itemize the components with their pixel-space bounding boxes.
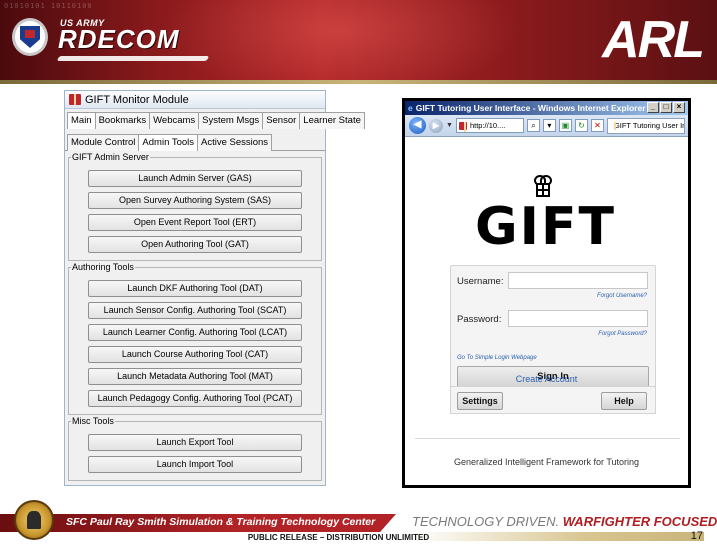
minimize-icon[interactable]: _ (647, 102, 659, 113)
browser-title: GIFT Tutoring User Interface - Windows I… (415, 103, 646, 113)
launch-dkf-authoring-button[interactable]: Launch DKF Authoring Tool (DAT) (88, 280, 302, 297)
settings-button[interactable]: Settings (457, 392, 503, 410)
launch-pedagogy-config-button[interactable]: Launch Pedagogy Config. Authoring Tool (… (88, 390, 302, 407)
page-content: GIFT Username: Forgot Username? Password… (405, 137, 688, 485)
open-event-report-button[interactable]: Open Event Report Tool (ERT) (88, 214, 302, 231)
army-shield-icon (12, 18, 48, 56)
browser-titlebar: e GIFT Tutoring User Interface - Windows… (405, 101, 688, 115)
username-input[interactable] (508, 272, 648, 289)
tagline: TECHNOLOGY DRIVEN. WARFIGHTER FOCUSED. (412, 514, 717, 529)
launch-learner-config-button[interactable]: Launch Learner Config. Authoring Tool (L… (88, 324, 302, 341)
back-icon[interactable]: ◀ (409, 117, 426, 134)
stc-name: SFC Paul Ray Smith Simulation & Training… (66, 516, 376, 528)
binary-decoration: 01010101 10110100 (4, 2, 93, 10)
gift-icon (69, 94, 81, 105)
section-authoring-tools: Authoring Tools Launch DKF Authoring Too… (68, 262, 322, 415)
main-tabs: Main Bookmarks Webcams System Msgs Senso… (65, 112, 365, 130)
browser-tab[interactable]: GIFT Tutoring User Int (606, 117, 685, 134)
arl-logo: ARL (602, 11, 705, 69)
gift-box-icon (536, 183, 550, 197)
open-survey-authoring-button[interactable]: Open Survey Authoring System (SAS) (88, 192, 302, 209)
section-misc-tools: Misc Tools Launch Export Tool Launch Imp… (68, 416, 322, 481)
gift-box-bow (534, 175, 552, 186)
banner-sheen (160, 0, 520, 80)
sub-tabs: Module Control Admin Tools Active Sessio… (65, 134, 325, 151)
section-label: Authoring Tools (71, 262, 135, 272)
header-banner: 01010101 10110100 US ARMY RDECOM ARL (0, 0, 717, 80)
tab-system-msgs[interactable]: System Msgs (198, 112, 264, 129)
compat-view-icon[interactable]: ▣ (558, 119, 572, 132)
window-controls: _ □ × (647, 102, 685, 113)
tab-sensor[interactable]: Sensor (262, 112, 301, 129)
help-button[interactable]: Help (601, 392, 647, 410)
history-dropdown-icon[interactable]: ▼ (446, 122, 453, 129)
release-statement: PUBLIC RELEASE – DISTRIBUTION UNLIMITED (247, 533, 430, 542)
address-dropdown-icon[interactable]: ▾ (542, 119, 556, 132)
tagline-part1: TECHNOLOGY DRIVEN. (412, 514, 560, 529)
page-divider (415, 438, 680, 439)
tab-bookmarks[interactable]: Bookmarks (94, 112, 151, 129)
forgot-password-link[interactable]: Forgot Password? (598, 331, 647, 337)
password-input[interactable] (508, 310, 648, 327)
page-number: 17 (690, 530, 703, 542)
tab-main[interactable]: Main (67, 112, 96, 129)
search-icon[interactable]: ⌕ (526, 119, 540, 132)
ie-logo-icon: e (408, 103, 413, 113)
slide: 01010101 10110100 US ARMY RDECOM ARL GIF… (0, 0, 717, 544)
gift-monitor-window: GIFT Monitor Module Main Bookmarks Webca… (64, 90, 365, 486)
launch-sensor-config-button[interactable]: Launch Sensor Config. Authoring Tool (SC… (88, 302, 302, 319)
close-icon[interactable]: × (673, 102, 685, 113)
launch-admin-server-button[interactable]: Launch Admin Server (GAS) (88, 170, 302, 187)
open-authoring-tool-button[interactable]: Open Authoring Tool (GAT) (88, 236, 302, 253)
tab-admin-tools[interactable]: Admin Tools (138, 134, 198, 151)
launch-metadata-authoring-button[interactable]: Launch Metadata Authoring Tool (MAT) (88, 368, 302, 385)
rdecom-swoosh (56, 56, 210, 61)
create-account-link[interactable]: Create Account (405, 374, 688, 384)
rdecom-logo: RDECOM (58, 24, 180, 54)
page-favicon (458, 121, 467, 132)
username-label: Username: (457, 276, 504, 287)
launch-course-authoring-button[interactable]: Launch Course Authoring Tool (CAT) (88, 346, 302, 363)
simple-login-link[interactable]: Go To Simple Login Webpage (457, 355, 537, 361)
stop-icon[interactable]: ✕ (590, 119, 604, 132)
footer-bar: SFC Paul Ray Smith Simulation & Training… (0, 494, 717, 544)
address-text: http://10.... (469, 121, 506, 130)
banner-stripe (0, 80, 717, 84)
browser-toolbar: ◀ ▶ ▼ http://10.... ⌕ ▾ ▣ ↻ ✕ GIFT Tutor… (405, 115, 688, 137)
tab-active-sessions[interactable]: Active Sessions (197, 134, 273, 151)
password-label: Password: (457, 314, 502, 325)
maximize-icon[interactable]: □ (660, 102, 672, 113)
section-gift-admin-server: GIFT Admin Server Launch Admin Server (G… (68, 152, 322, 261)
monitor-title: GIFT Monitor Module (85, 93, 189, 106)
browser-window: e GIFT Tutoring User Interface - Windows… (402, 98, 691, 488)
tab-webcams[interactable]: Webcams (149, 112, 200, 129)
tab-module-control[interactable]: Module Control (67, 134, 140, 151)
gift-logo: GIFT (475, 197, 617, 257)
section-label: Misc Tools (71, 416, 115, 426)
launch-export-tool-button[interactable]: Launch Export Tool (88, 434, 302, 451)
section-label: GIFT Admin Server (71, 152, 150, 162)
settings-help-bar: Settings Help (450, 386, 656, 414)
refresh-icon[interactable]: ↻ (574, 119, 588, 132)
forgot-username-link[interactable]: Forgot Username? (597, 293, 647, 299)
monitor-titlebar: GIFT Monitor Module (65, 91, 325, 109)
launch-import-tool-button[interactable]: Launch Import Tool (88, 456, 302, 473)
tab-title: GIFT Tutoring User Int (613, 120, 685, 130)
forward-icon[interactable]: ▶ (429, 118, 443, 133)
framework-footer: Generalized Intelligent Framework for Tu… (453, 457, 640, 467)
tagline-part2: WARFIGHTER FOCUSED. (562, 514, 717, 529)
address-bar[interactable]: http://10.... (455, 118, 524, 133)
tab-learner-state[interactable]: Learner State (299, 112, 365, 129)
